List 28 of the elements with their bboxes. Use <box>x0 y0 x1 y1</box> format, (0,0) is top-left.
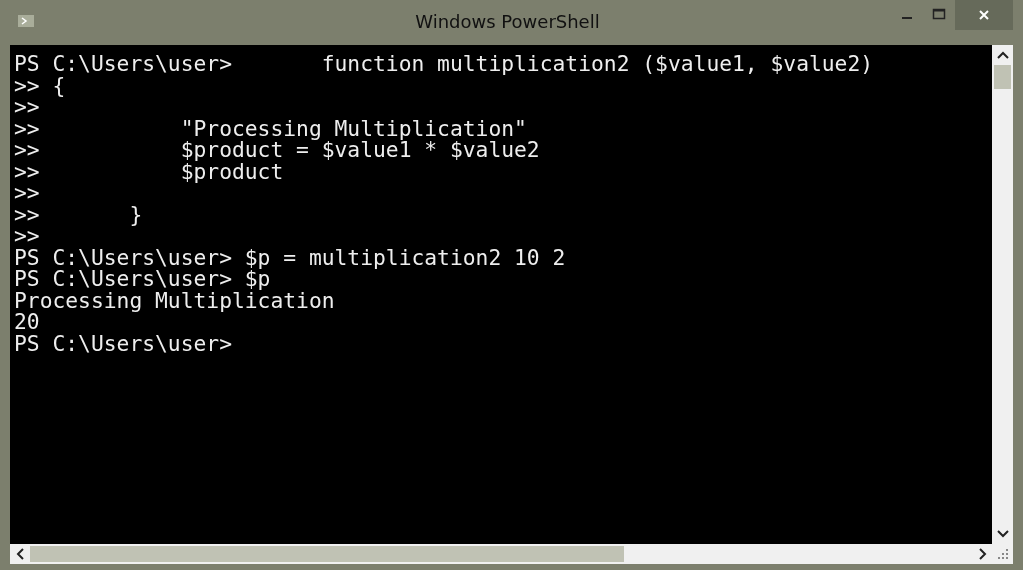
scroll-thumb[interactable] <box>994 65 1011 89</box>
console-line: 20 <box>14 311 40 333</box>
console-line: >> <box>14 182 41 204</box>
scroll-down-icon[interactable] <box>996 530 1009 538</box>
console-line: >> <box>14 96 41 118</box>
console-line: Processing Multiplication <box>14 289 336 311</box>
scroll-left-icon[interactable] <box>16 548 24 560</box>
console-line: >> "Processing Multiplication" <box>14 117 528 139</box>
console-line: >> } <box>14 203 144 225</box>
minimize-icon <box>902 17 912 19</box>
console-line: >> { <box>14 74 66 96</box>
terminal-icon <box>18 15 34 27</box>
vertical-scrollbar[interactable] <box>992 45 1013 544</box>
console-line: PS C:\Users\user> <box>14 332 233 354</box>
scroll-right-icon[interactable] <box>979 548 987 560</box>
window-title: Windows PowerShell <box>414 10 600 32</box>
console-line: PS C:\Users\user> function multiplication2 ($value1, $value2) <box>14 53 875 75</box>
resize-grip-icon[interactable] <box>998 549 1008 559</box>
scroll-up-icon[interactable] <box>996 51 1009 59</box>
console-line: PS C:\Users\user> $p <box>14 268 272 290</box>
close-icon <box>977 8 991 22</box>
maximize-icon <box>932 7 946 21</box>
console-line: >> $product = $value1 * $value2 <box>14 139 541 161</box>
close-button[interactable] <box>955 0 1013 30</box>
console-line: >> <box>14 225 41 247</box>
console-line: >> $product <box>14 160 285 182</box>
scroll-thumb[interactable] <box>30 546 625 562</box>
console-line: PS C:\Users\user> $p = multiplication2 10 2 <box>14 246 567 268</box>
